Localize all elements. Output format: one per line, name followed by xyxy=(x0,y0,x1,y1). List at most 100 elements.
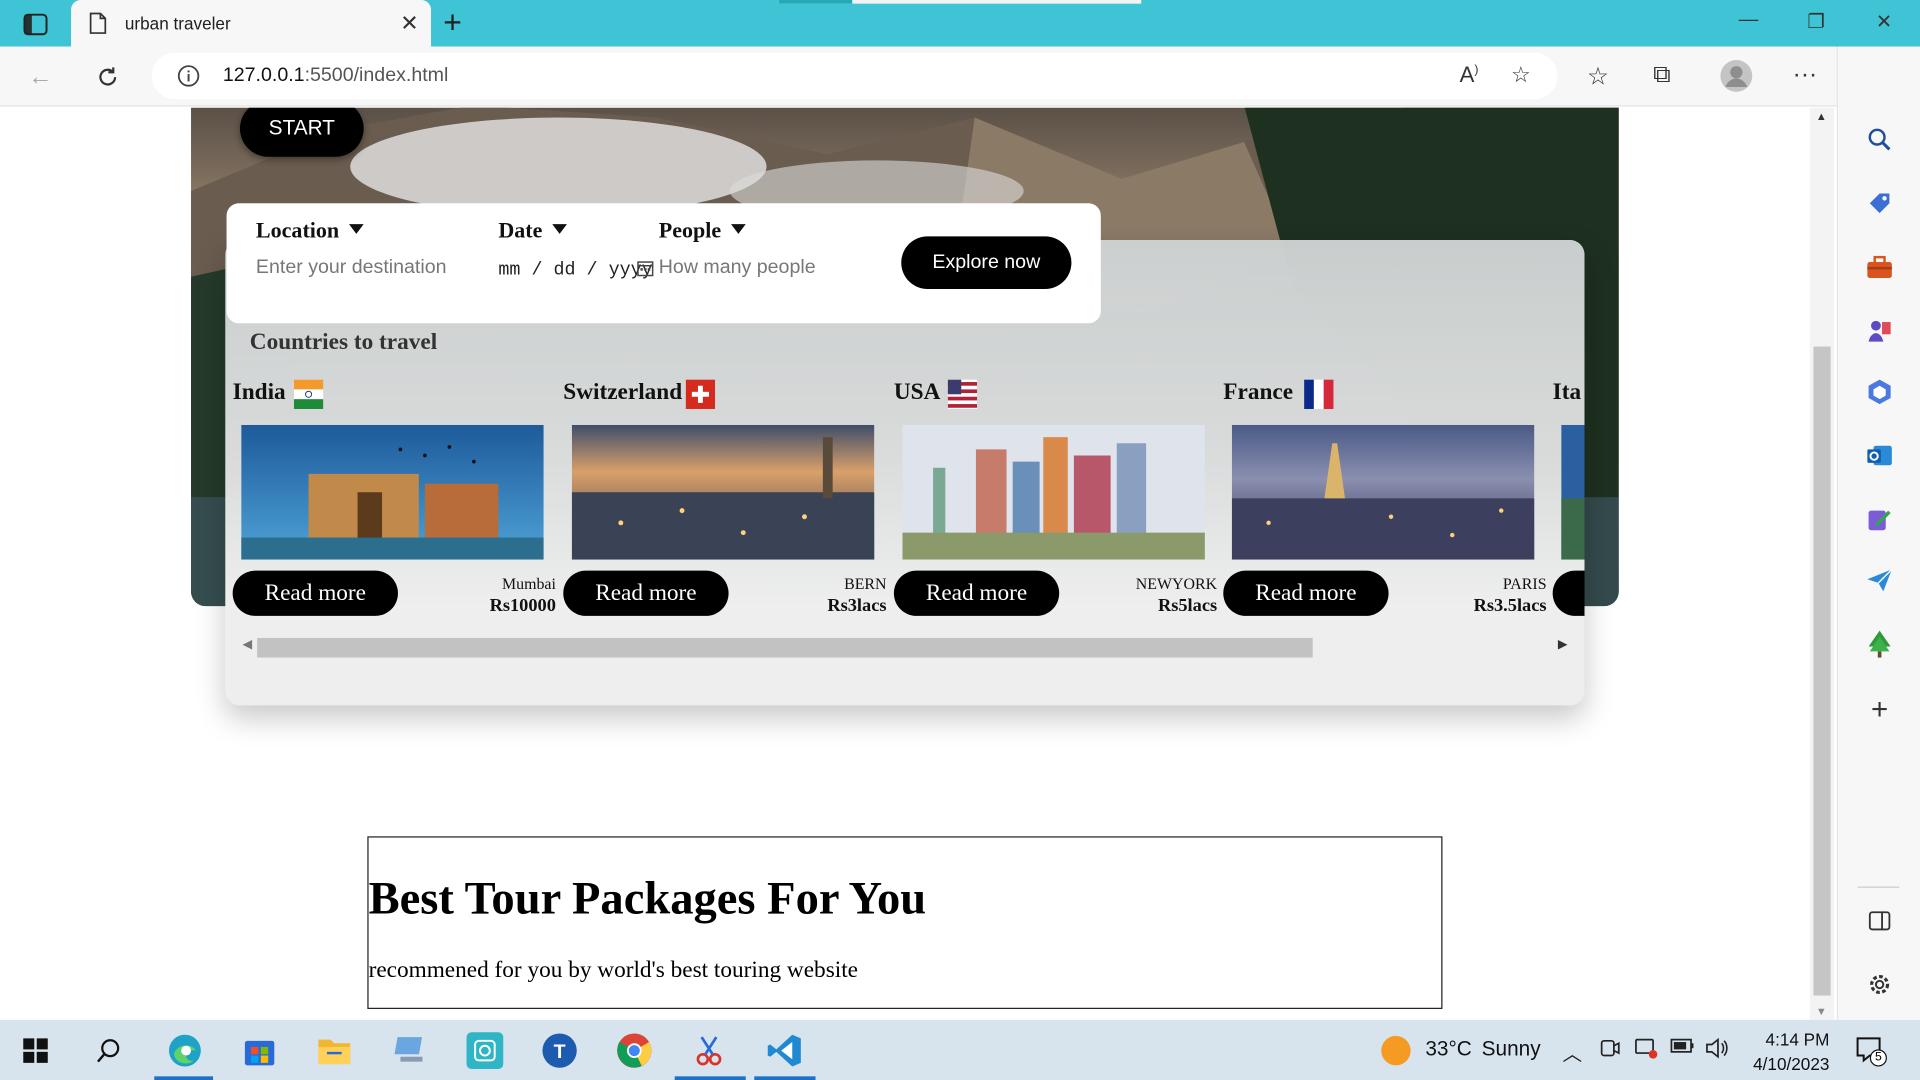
this-pc-icon[interactable] xyxy=(392,1032,429,1069)
tools-icon[interactable] xyxy=(1865,252,1894,281)
microsoft-store-icon[interactable] xyxy=(241,1032,278,1069)
close-tab-icon[interactable]: ✕ xyxy=(400,11,418,37)
tab-actions-icon[interactable] xyxy=(12,10,59,39)
active-app-indicator xyxy=(674,1076,746,1080)
drop-icon[interactable] xyxy=(1865,504,1894,533)
read-more-button[interactable]: Read more xyxy=(1223,570,1389,616)
city-name: BERN xyxy=(844,574,887,593)
outlook-icon[interactable] xyxy=(1865,441,1894,470)
page-vertical-scrollbar[interactable]: ▲ ▼ xyxy=(1809,107,1835,1021)
refresh-icon[interactable] xyxy=(92,61,124,93)
web-page: START Countries to travel India Read mor… xyxy=(0,107,1810,1021)
collections-icon[interactable]: ⧉ xyxy=(1653,61,1670,89)
tree-icon[interactable] xyxy=(1865,629,1894,658)
meet-now-icon[interactable] xyxy=(1599,1037,1621,1065)
battery-icon[interactable] xyxy=(1670,1037,1694,1060)
read-aloud-icon[interactable]: A) xyxy=(1460,62,1479,88)
price: Rs5lacs xyxy=(1157,596,1218,616)
paris-city-image xyxy=(1231,424,1535,560)
browser-title-bar: urban traveler ✕ + — ❐ ✕ xyxy=(0,0,1920,47)
address-toolbar: ← 127.0.0.1:5500/index.html A) ☆ ☆ ⧉ ··· xyxy=(0,46,1920,107)
scroll-down-icon[interactable]: ▼ xyxy=(1816,1005,1827,1017)
active-app-indicator xyxy=(754,1076,816,1080)
system-clock[interactable]: 4:14 PM 4/10/2023 xyxy=(1739,1027,1829,1076)
url-text[interactable]: 127.0.0.1:5500/index.html xyxy=(223,65,448,87)
country-card-india: India Read more Mumbai Rs10000 xyxy=(225,377,556,622)
notification-count-badge: 5 xyxy=(1869,1049,1887,1067)
hide-sidebar-icon[interactable] xyxy=(1865,906,1894,935)
switzerland-flag-icon xyxy=(685,379,716,409)
active-app-indicator xyxy=(154,1076,214,1080)
microsoft-365-icon[interactable] xyxy=(1865,377,1894,406)
caret-down-icon xyxy=(731,224,746,234)
snipping-tool-icon[interactable] xyxy=(691,1032,728,1069)
country-card-italy: Ita xyxy=(1545,377,1585,622)
windows-start-icon[interactable] xyxy=(17,1032,54,1069)
read-more-button[interactable]: Read more xyxy=(563,570,729,616)
add-favorite-icon[interactable]: ☆ xyxy=(1511,62,1531,88)
people-input[interactable]: How many people xyxy=(659,257,816,279)
weather-sun-icon[interactable] xyxy=(1381,1035,1411,1066)
newyork-city-image xyxy=(902,424,1205,560)
settings-gear-icon[interactable] xyxy=(1865,970,1894,999)
scroll-left-icon[interactable]: ◀ xyxy=(242,638,251,651)
date-input[interactable]: mm / dd / yyyy xyxy=(498,260,652,281)
scrollbar-thumb[interactable] xyxy=(1813,346,1831,996)
new-tab-button[interactable]: + xyxy=(443,6,462,38)
notification-center-icon[interactable]: 5 xyxy=(1854,1035,1887,1067)
scroll-up-icon[interactable]: ▲ xyxy=(1816,110,1827,122)
browser-tab[interactable]: urban traveler ✕ xyxy=(71,0,432,47)
more-options-icon[interactable]: ··· xyxy=(1793,61,1817,89)
horizontal-scrollbar[interactable]: ◀ ▶ xyxy=(242,637,1567,659)
app-icon-cyan[interactable] xyxy=(466,1032,504,1069)
start-button[interactable]: START xyxy=(240,107,364,157)
games-icon[interactable] xyxy=(1865,316,1894,345)
scroll-right-icon[interactable]: ▶ xyxy=(1558,638,1567,651)
profile-avatar[interactable] xyxy=(1719,59,1753,101)
scrollbar-thumb[interactable] xyxy=(257,637,1313,658)
app-icon-t[interactable]: T xyxy=(541,1032,578,1069)
restore-button[interactable]: ❐ xyxy=(1807,10,1825,34)
read-more-button[interactable] xyxy=(1552,570,1585,616)
people-dropdown[interactable]: People xyxy=(659,218,746,244)
file-explorer-icon[interactable] xyxy=(316,1032,353,1069)
network-status-icon[interactable] xyxy=(1635,1037,1659,1065)
location-input[interactable]: Enter your destination xyxy=(256,257,447,279)
tour-packages-heading: Best Tour Packages For You xyxy=(368,873,927,925)
read-more-button[interactable]: Read more xyxy=(232,570,398,616)
favorites-icon[interactable]: ☆ xyxy=(1587,61,1609,92)
document-icon xyxy=(88,12,108,40)
india-gateway-image xyxy=(241,424,544,560)
india-flag-icon xyxy=(293,379,324,409)
volume-icon[interactable] xyxy=(1705,1037,1729,1065)
close-window-button[interactable]: ✕ xyxy=(1876,10,1892,34)
explore-now-button[interactable]: Explore now xyxy=(901,236,1072,289)
search-card: Location Enter your destination Date mm … xyxy=(226,203,1101,324)
address-bar[interactable]: 127.0.0.1:5500/index.html A) ☆ xyxy=(151,52,1558,100)
calendar-icon[interactable] xyxy=(637,260,654,283)
shopping-tag-icon[interactable] xyxy=(1865,189,1894,218)
date-dropdown[interactable]: Date xyxy=(498,218,567,244)
tour-packages-section: Best Tour Packages For You recommened fo… xyxy=(367,836,1443,1009)
back-arrow-icon[interactable]: ← xyxy=(24,61,56,93)
france-flag-icon xyxy=(1304,379,1334,409)
country-name: France xyxy=(1223,379,1294,406)
minimize-button[interactable]: — xyxy=(1739,10,1759,32)
send-icon[interactable] xyxy=(1865,566,1894,595)
location-dropdown[interactable]: Location xyxy=(256,218,364,244)
vscode-icon[interactable] xyxy=(767,1032,804,1069)
chrome-icon[interactable] xyxy=(616,1032,653,1069)
edge-browser-icon[interactable] xyxy=(167,1032,204,1069)
weather-temperature[interactable]: 33°C xyxy=(1425,1037,1472,1061)
italy-city-image xyxy=(1561,424,1585,560)
add-icon[interactable]: + xyxy=(1865,693,1894,726)
show-hidden-icons-chevron-icon[interactable]: ︿ xyxy=(1562,1037,1582,1066)
country-card-switzerland: Switzerland Read more BERN Rs3lacs xyxy=(556,377,887,622)
weather-condition[interactable]: Sunny xyxy=(1482,1037,1541,1061)
read-more-button[interactable]: Read more xyxy=(893,570,1060,616)
taskbar-search-icon[interactable] xyxy=(91,1032,128,1069)
country-card-usa: USA Read more NEWYORK Rs5lacs xyxy=(887,377,1218,622)
search-icon[interactable] xyxy=(1865,125,1894,154)
site-info-icon[interactable] xyxy=(176,64,200,95)
country-name: Switzerland xyxy=(563,379,683,406)
